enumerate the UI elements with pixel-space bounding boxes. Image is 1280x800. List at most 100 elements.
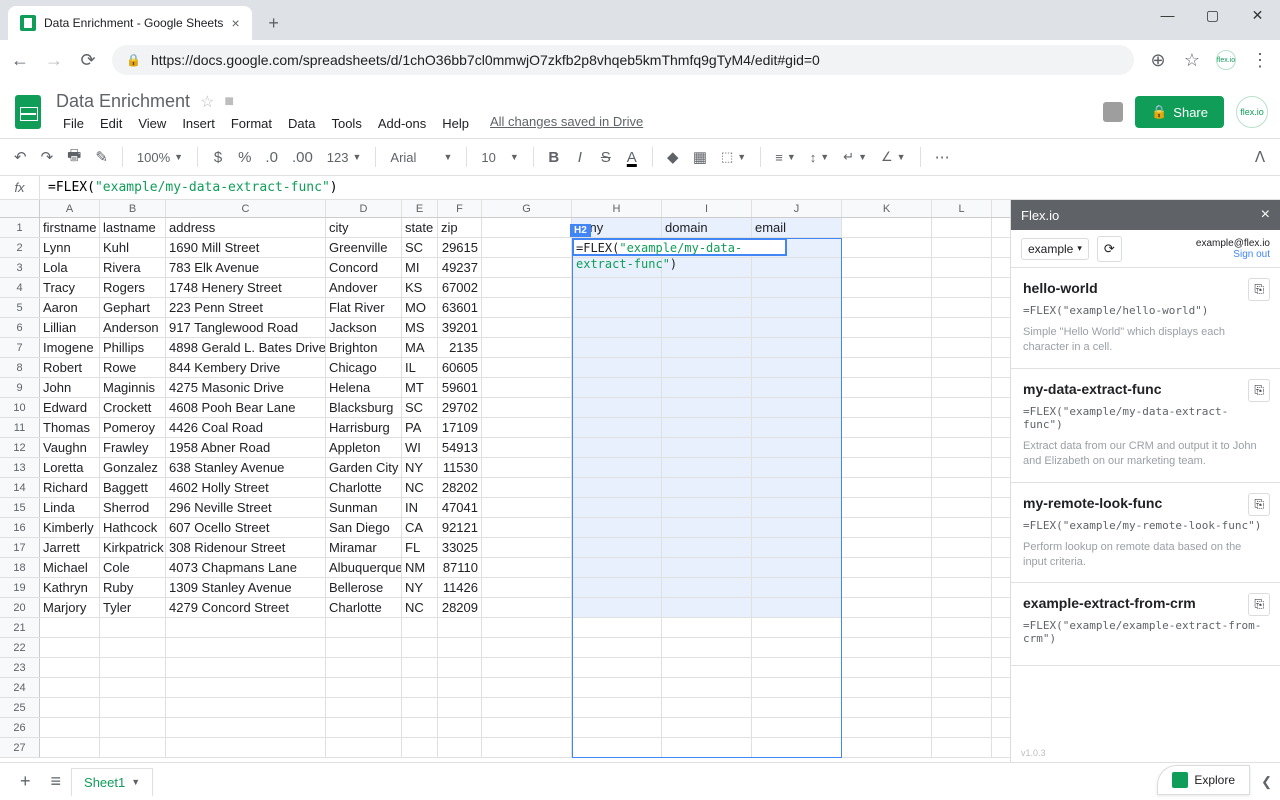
cell[interactable]: domain — [662, 218, 752, 237]
cell[interactable] — [438, 658, 482, 677]
cell[interactable]: WI — [402, 438, 438, 457]
cell[interactable]: lastname — [100, 218, 166, 237]
cell[interactable]: John — [40, 378, 100, 397]
cell[interactable]: Edward — [40, 398, 100, 417]
valign-button[interactable]: ↕▼ — [806, 148, 833, 167]
cell[interactable] — [752, 578, 842, 597]
cell[interactable]: 28202 — [438, 478, 482, 497]
cell[interactable] — [842, 258, 932, 277]
menu-help[interactable]: Help — [435, 114, 476, 133]
cell[interactable]: Appleton — [326, 438, 402, 457]
cell[interactable] — [482, 718, 572, 737]
copy-icon[interactable]: ⎘ — [1248, 493, 1270, 516]
cell[interactable]: 1958 Abner Road — [166, 438, 326, 457]
cell[interactable]: 59601 — [438, 378, 482, 397]
cell[interactable]: Crockett — [100, 398, 166, 417]
cell[interactable] — [662, 578, 752, 597]
cell[interactable] — [482, 558, 572, 577]
cell[interactable]: Flat River — [326, 298, 402, 317]
cell[interactable] — [482, 258, 572, 277]
row-header[interactable]: 20 — [0, 598, 40, 617]
cell[interactable]: 2135 — [438, 338, 482, 357]
cell[interactable] — [482, 538, 572, 557]
cell[interactable] — [662, 338, 752, 357]
cell[interactable] — [572, 698, 662, 717]
cell[interactable] — [752, 478, 842, 497]
cell[interactable]: IN — [402, 498, 438, 517]
cell[interactable] — [482, 278, 572, 297]
cell[interactable] — [932, 678, 992, 697]
cell[interactable] — [662, 438, 752, 457]
row-header[interactable]: 22 — [0, 638, 40, 657]
cell[interactable]: NY — [402, 458, 438, 477]
cell[interactable]: Tracy — [40, 278, 100, 297]
col-header-D[interactable]: D — [326, 200, 402, 217]
cell[interactable]: zip — [438, 218, 482, 237]
cell[interactable] — [932, 578, 992, 597]
cell[interactable] — [842, 678, 932, 697]
menu-data[interactable]: Data — [281, 114, 322, 133]
cell[interactable]: SC — [402, 238, 438, 257]
cell[interactable] — [482, 318, 572, 337]
cell[interactable] — [932, 598, 992, 617]
cell[interactable] — [662, 538, 752, 557]
cell[interactable] — [572, 358, 662, 377]
fill-color-button[interactable]: ◆ — [663, 144, 683, 170]
cell[interactable] — [572, 598, 662, 617]
cell[interactable] — [662, 518, 752, 537]
cell[interactable] — [482, 438, 572, 457]
panel-function-item[interactable]: hello-world=FLEX("example/hello-world")S… — [1011, 268, 1280, 369]
cell[interactable] — [482, 478, 572, 497]
cell[interactable] — [752, 438, 842, 457]
cell[interactable]: SC — [402, 398, 438, 417]
row-header[interactable]: 11 — [0, 418, 40, 437]
cell[interactable]: Marjory — [40, 598, 100, 617]
cell[interactable]: address — [166, 218, 326, 237]
borders-button[interactable]: ▦ — [689, 144, 711, 170]
cell[interactable] — [572, 278, 662, 297]
font-select[interactable]: Arial▼ — [386, 148, 456, 167]
cell[interactable] — [842, 438, 932, 457]
merge-button[interactable]: ⬚▼ — [717, 147, 750, 167]
cell[interactable] — [402, 678, 438, 697]
cell[interactable]: Kimberly — [40, 518, 100, 537]
cell[interactable] — [482, 378, 572, 397]
cell[interactable] — [166, 618, 326, 637]
cell[interactable] — [842, 638, 932, 657]
menu-addons[interactable]: Add-ons — [371, 114, 433, 133]
cell[interactable] — [572, 398, 662, 417]
cell[interactable]: Garden City — [326, 458, 402, 477]
row-header[interactable]: 12 — [0, 438, 40, 457]
row-header[interactable]: 14 — [0, 478, 40, 497]
cell[interactable] — [842, 338, 932, 357]
formula-input[interactable]: =FLEX("example/my-data-extract-func") — [40, 180, 338, 195]
cell[interactable] — [572, 618, 662, 637]
cell[interactable]: Sherrod — [100, 498, 166, 517]
cell[interactable] — [572, 518, 662, 537]
all-sheets-button[interactable]: ≡ — [41, 765, 72, 798]
col-header-G[interactable]: G — [482, 200, 572, 217]
cell[interactable]: Kuhl — [100, 238, 166, 257]
cell[interactable]: 783 Elk Avenue — [166, 258, 326, 277]
cell[interactable]: Tyler — [100, 598, 166, 617]
cell[interactable] — [40, 618, 100, 637]
cell[interactable] — [402, 718, 438, 737]
fx-label[interactable]: fx — [0, 176, 40, 199]
cell[interactable] — [662, 718, 752, 737]
cell[interactable] — [842, 278, 932, 297]
col-header-C[interactable]: C — [166, 200, 326, 217]
panel-refresh-button[interactable]: ⟳ — [1097, 236, 1122, 262]
cell[interactable] — [482, 418, 572, 437]
cell[interactable] — [662, 458, 752, 477]
row-header[interactable]: 15 — [0, 498, 40, 517]
collapse-toolbar-button[interactable]: ᐱ — [1250, 144, 1270, 170]
zoom-select[interactable]: 100%▼ — [133, 148, 187, 167]
cell[interactable] — [482, 578, 572, 597]
star-icon[interactable]: ☆ — [200, 92, 214, 112]
menu-edit[interactable]: Edit — [93, 114, 129, 133]
flexio-extension-icon[interactable]: flex.io — [1216, 50, 1236, 70]
percent-button[interactable]: % — [234, 145, 255, 170]
cell[interactable]: 11426 — [438, 578, 482, 597]
cell[interactable] — [166, 678, 326, 697]
cell[interactable]: MS — [402, 318, 438, 337]
